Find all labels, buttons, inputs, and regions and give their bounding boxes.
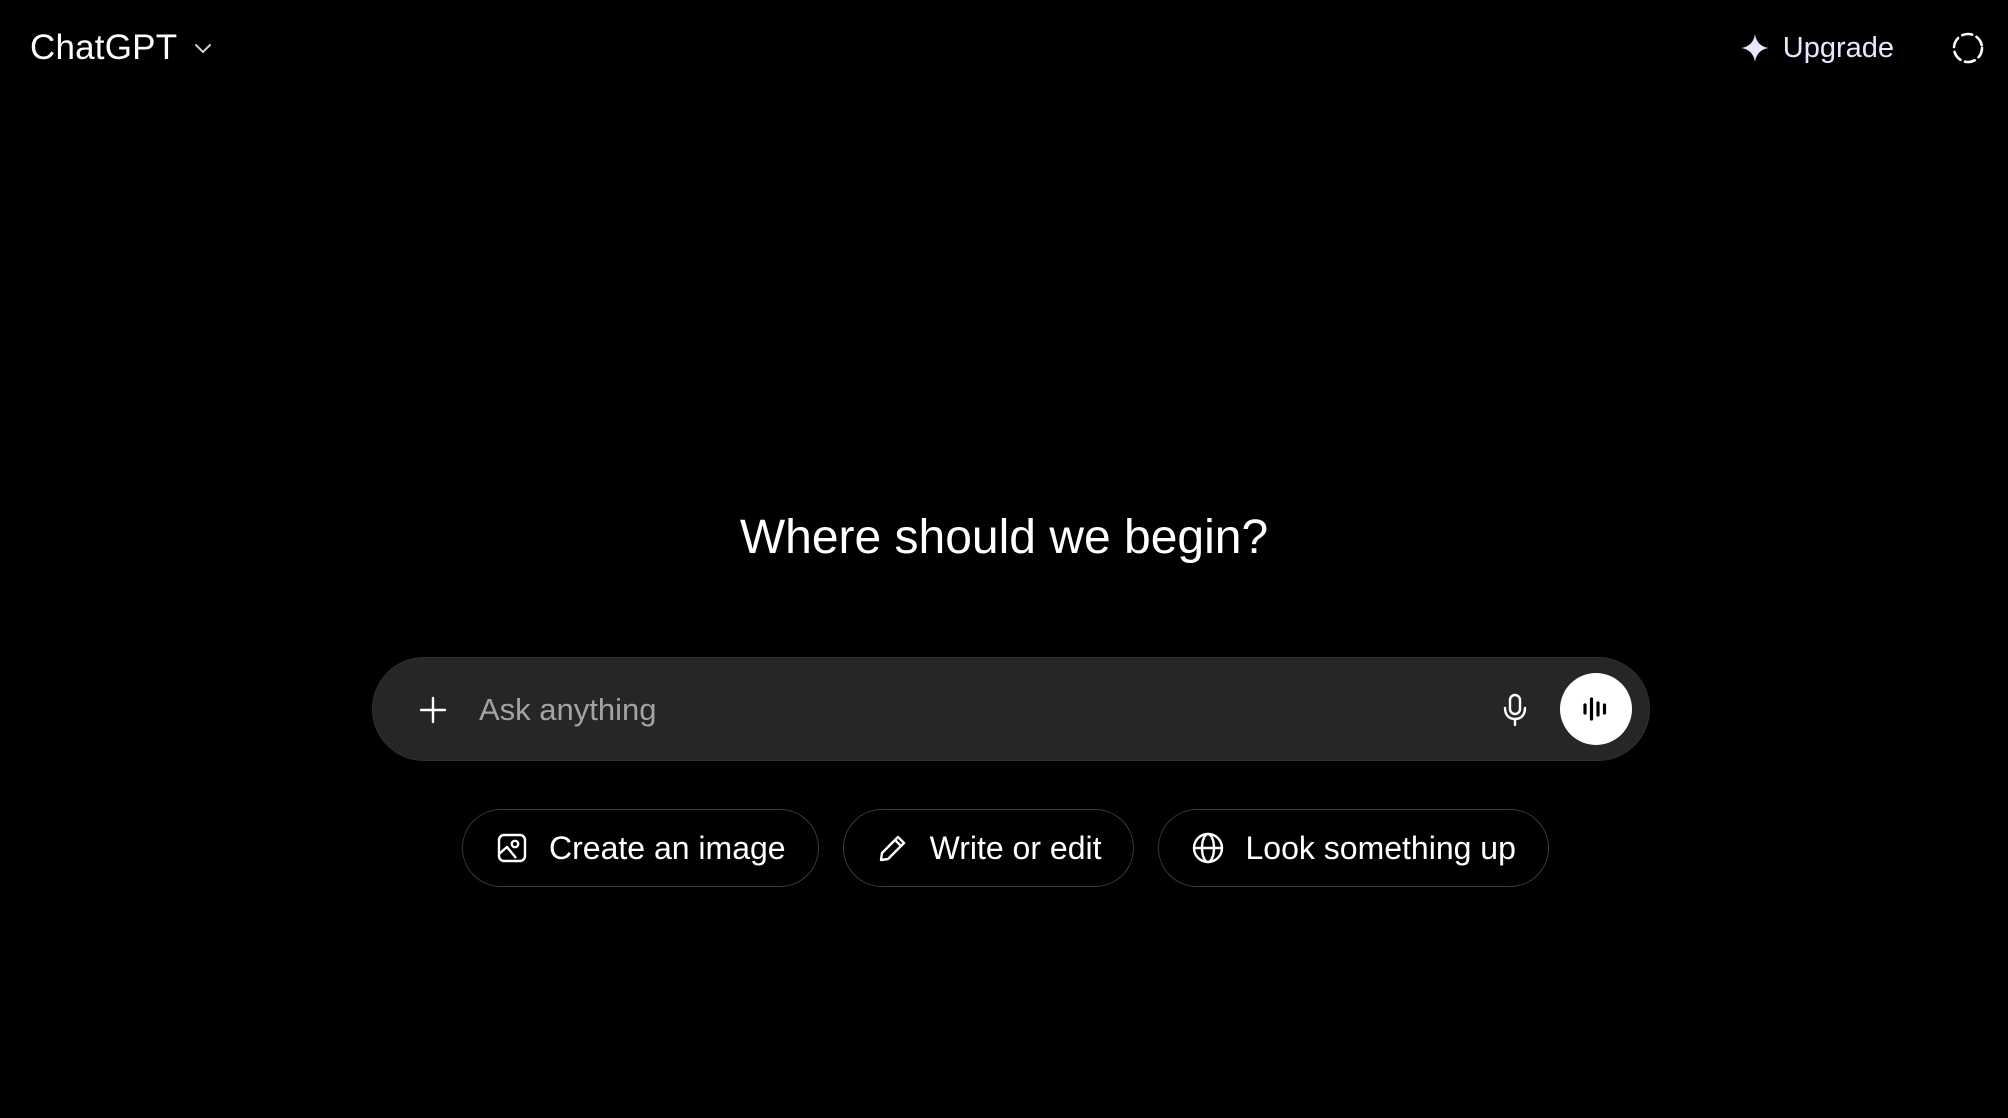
dashed-circle-icon [1950,30,1986,66]
plus-icon [417,694,449,726]
chip-label: Look something up [1245,829,1516,866]
model-switcher[interactable]: ChatGPT [30,22,217,74]
globe-icon [1191,831,1225,865]
chevron-down-icon [189,34,217,62]
header-actions: Upgrade [1731,22,1990,74]
prompt-input[interactable] [479,680,1379,740]
chatgpt-page: ChatGPT Upgrade Where should we begin? A… [0,0,2008,1118]
chip-create-image[interactable]: Create an image [462,809,819,887]
dictate-button[interactable] [1489,684,1541,736]
image-icon [495,831,529,865]
upgrade-label: Upgrade [1782,31,1894,64]
composer [372,657,1650,761]
pencil-icon [876,831,910,865]
voice-mode-button[interactable] [1560,673,1632,745]
waveform-icon [1579,692,1613,726]
upgrade-button[interactable]: Upgrade [1731,24,1902,72]
suggestion-chips: Create an image Write or edit Look somet… [462,809,1549,887]
temporary-chat-button[interactable] [1946,26,1990,70]
chip-label: Create an image [549,829,786,866]
chip-write-edit[interactable]: Write or edit [842,809,1135,887]
page-title: Where should we begin? [739,511,1269,564]
chip-look-up[interactable]: Look something up [1158,809,1549,887]
model-name: ChatGPT [30,28,178,67]
chip-label: Write or edit [929,829,1102,866]
microphone-icon [1499,692,1531,728]
add-attachment-button[interactable] [407,684,459,736]
sparkle-icon [1739,32,1771,64]
